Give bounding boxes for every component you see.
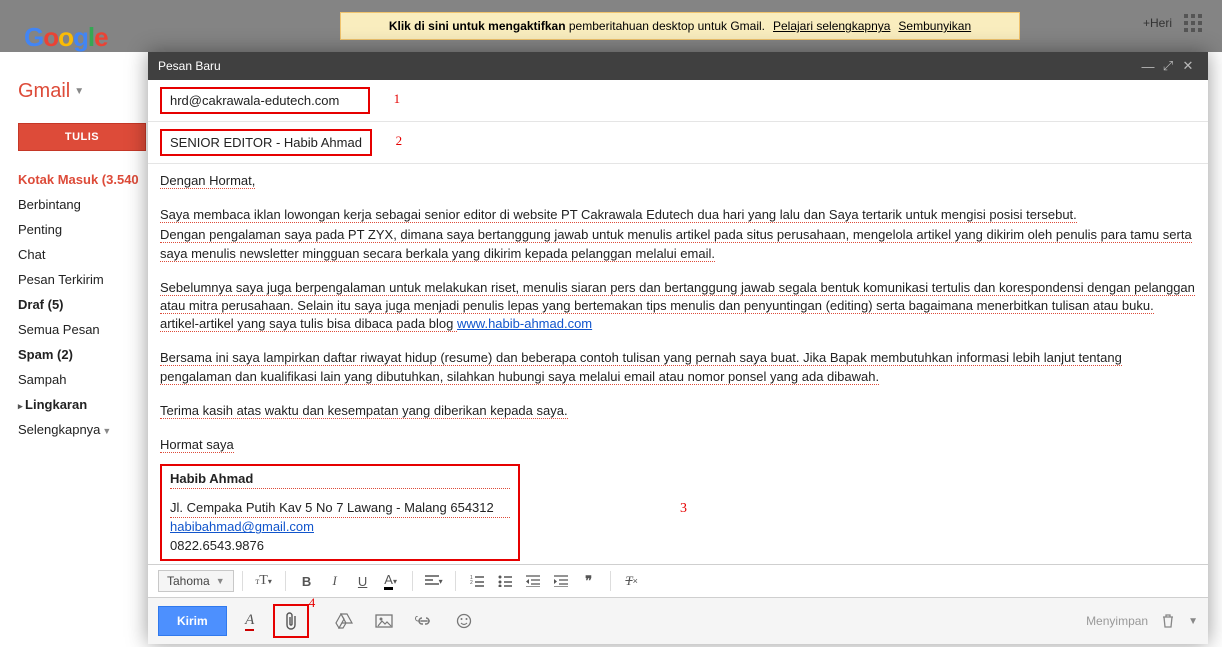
saving-status: Menyimpan [1086,614,1148,628]
annotation-1: 1 [394,91,401,106]
sig-email-link[interactable]: habibahmad@gmail.com [170,519,314,534]
popout-icon[interactable]: ⤢ [1158,58,1178,74]
caret-down-icon: ▼ [102,426,111,436]
nav-important[interactable]: Penting [18,217,158,242]
compose-button[interactable]: TULIS [18,123,146,151]
annotation-box-4 [273,604,309,638]
link-icon[interactable] [407,606,441,636]
drive-icon[interactable] [327,606,361,636]
discard-icon[interactable] [1162,614,1174,628]
sig-name: Habib Ahmad [170,470,510,489]
close-icon[interactable]: ✕ [1178,58,1198,74]
svg-text:2: 2 [470,580,473,586]
body-p5: Terima kasih atas waktu dan kesempatan y… [160,403,568,419]
more-options-icon[interactable]: ▼ [1188,616,1198,627]
text-color-icon[interactable]: A▾ [378,569,404,593]
nav-inbox[interactable]: Kotak Masuk (3.540 [18,167,158,192]
photo-icon[interactable] [367,606,401,636]
align-icon[interactable]: ▾ [421,569,447,593]
indent-less-icon[interactable] [520,569,546,593]
annotation-2: 2 [396,133,403,148]
italic-icon[interactable]: I [322,569,348,593]
to-value: hrd@cakrawala-edutech.com [170,93,339,108]
nav-chat[interactable]: Chat [18,242,158,267]
nav-more[interactable]: Selengkapnya▼ [18,417,158,442]
indent-more-icon[interactable] [548,569,574,593]
sidebar: Gmail▼ TULIS Kotak Masuk (3.540 Berbinta… [18,80,158,442]
caret-down-icon: ▼ [74,86,84,97]
clear-format-icon[interactable]: T× [619,569,645,593]
nav-circles[interactable]: Lingkaran [18,392,158,417]
apps-grid-icon[interactable] [1184,14,1202,32]
sig-phone: 0822.6543.9876 [170,537,510,555]
emoji-icon[interactable] [447,606,481,636]
format-toolbar: Tahoma▼ тT▾ B I U A▾ ▾ 12 ❞ T× [148,564,1208,598]
bullet-list-icon[interactable] [492,569,518,593]
underline-icon[interactable]: U [350,569,376,593]
nav-spam[interactable]: Spam (2) [18,342,158,367]
body-p1: Saya membaca iklan lowongan kerja sebaga… [160,207,1077,223]
body-p4: Bersama ini saya lampirkan daftar riwaya… [160,350,1122,384]
font-family-select[interactable]: Tahoma▼ [158,570,234,592]
account-name[interactable]: +Heri [1143,16,1172,30]
compose-titlebar[interactable]: Pesan Baru — ⤢ ✕ [148,52,1208,80]
notification-bar: Klik di sini untuk mengaktifkan pemberit… [340,12,1020,40]
subject-value: SENIOR EDITOR - Habib Ahmad [170,135,362,150]
compose-window: Pesan Baru — ⤢ ✕ hrd@cakrawala-edutech.c… [148,52,1208,644]
annotation-4: 4 [309,595,316,611]
body-p2: Dengan pengalaman saya pada PT ZYX, dima… [160,227,1192,261]
sig-addr: Jl. Cempaka Putih Kav 5 No 7 Lawang - Ma… [170,499,510,518]
notice-learn-more-link[interactable]: Pelajari selengkapnya [773,19,890,33]
compose-body[interactable]: Dengan Hormat, Saya membaca iklan lowong… [148,164,1208,564]
nav-drafts[interactable]: Draf (5) [18,292,158,317]
font-size-icon[interactable]: тT▾ [251,569,277,593]
minimize-icon[interactable]: — [1138,59,1158,74]
annotation-box-2: SENIOR EDITOR - Habib Ahmad [160,129,372,156]
attach-icon[interactable] [284,612,298,630]
notice-hide-link[interactable]: Sembunyikan [898,19,971,33]
quote-icon[interactable]: ❞ [576,569,602,593]
formatting-toggle-icon[interactable]: A [233,606,267,636]
annotation-box-3: Habib Ahmad Jl. Cempaka Putih Kav 5 No 7… [160,464,520,561]
annotation-box-1: hrd@cakrawala-edutech.com [160,87,370,114]
annotation-3: 3 [680,499,687,519]
nav-starred[interactable]: Berbintang [18,192,158,217]
body-p3: Sebelumnya saya juga berpengalaman untuk… [160,280,1195,332]
google-logo: Google [24,22,108,53]
gmail-menu[interactable]: Gmail▼ [18,80,158,103]
notice-bold: Klik di sini untuk mengaktifkan [389,19,566,33]
compose-title: Pesan Baru [158,59,1138,73]
body-p6: Hormat saya [160,437,234,453]
nav-sent[interactable]: Pesan Terkirim [18,267,158,292]
nav-trash[interactable]: Sampah [18,367,158,392]
nav-all[interactable]: Semua Pesan [18,317,158,342]
notice-text: pemberitahuan desktop untuk Gmail. [566,19,765,33]
subject-field-row[interactable]: SENIOR EDITOR - Habib Ahmad 2 [148,122,1208,164]
bold-icon[interactable]: B [294,569,320,593]
send-toolbar: Kirim A 4 Menyimpan ▼ [148,598,1208,644]
ordered-list-icon[interactable]: 12 [464,569,490,593]
body-greeting: Dengan Hormat, [160,173,255,189]
send-button[interactable]: Kirim [158,606,227,636]
to-field-row[interactable]: hrd@cakrawala-edutech.com 1 [148,80,1208,122]
body-blog-link[interactable]: www.habib-ahmad.com [457,316,592,331]
